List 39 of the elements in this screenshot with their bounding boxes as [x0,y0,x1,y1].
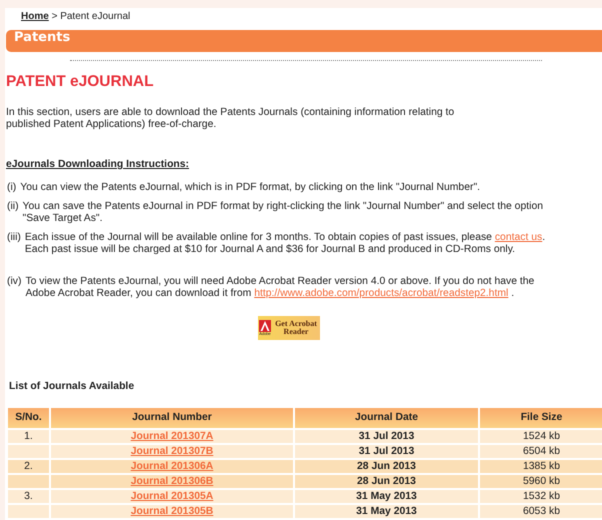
list-marker: (ii) [6,201,19,214]
table-cell: 2. [8,460,49,473]
table-cell: 1385 kb [480,460,602,473]
table-cell: 31 Jul 2013 [295,445,478,458]
table-cell: 28 Jun 2013 [295,460,478,473]
logo-icon [259,320,271,332]
instruction-text: You can view the Patents eJournal, which is in PDF format, by clicking on the link "Journal Number". [20,182,482,194]
table-cell: 3. [8,490,49,503]
table-cell: 31 Jul 2013 [295,430,478,443]
table-cell: 6053 kb [480,505,602,518]
table-cell: 1532 kb [480,490,602,503]
instruction-text: Each issue of the Journal will be available online for 3 months. To obtain copies of past issues, please contact us. Each past issue will be charged at $10 for Journal A and $36 for Journal B and produced in CD-Roms only. [24,232,546,256]
page-title: PATENT eJOURNAL [6,76,155,88]
badge-text: Get Acrobat Reader [274,320,318,336]
table-cell: 6504 kb [480,445,602,458]
link[interactable]: contact us [494,232,542,243]
column-header: Journal Date [295,408,478,428]
column-header: File Size [480,408,602,428]
table-cell: 28 Jun 2013 [295,475,478,488]
home-link[interactable]: Home [21,11,49,22]
table-cell: 31 May 2013 [295,505,478,518]
instruction-text: To view the Patents eJournal, you will need Adobe Acrobat Reader version 4.0 or above. If you do not have the Adobe Acrobat Reader, you can download it from http://www.adobe.com/products/acrobat/readstep2.html . [25,276,536,300]
instructions-heading: eJournals Downloading Instructions: [6,159,190,171]
section-bar: Patents [6,30,602,52]
list-marker: (iv) [6,276,22,289]
table-cell: 1524 kb [480,430,602,443]
intro-text: In this section, users are able to download the Patents Journals (containing information relating to published Patent Applications) free-of-charge. [6,107,456,131]
column-header: S/No. [8,408,49,428]
instruction-text: You can save the Patents eJournal in PDF format by right-clicking the link "Journal Number" and select the option "Save Target As". [22,201,544,225]
table-cell: 31 May 2013 [295,490,478,503]
table-cell: 5960 kb [480,475,602,488]
column-header: Journal Number [51,408,293,428]
breadcrumb-current: Patent eJournal [60,11,130,22]
breadcrumb-separator: > [52,11,58,22]
link[interactable]: http://www.adobe.com/products/acrobat/readstep2.html [254,288,508,299]
journals-heading: List of Journals Available [9,381,136,393]
table-cell: 1. [8,430,49,443]
list-marker: (iii) [6,232,21,245]
list-marker: (i) [6,182,16,194]
